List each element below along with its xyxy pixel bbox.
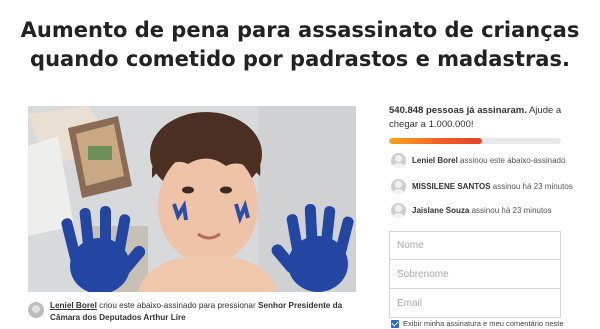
- recent-signer-text: Jaislane Souza assinou há 23 minutos: [412, 203, 552, 219]
- recent-signer-action: assinou há 23 minutos: [469, 206, 552, 215]
- recent-signer-action: assinou este abaixo-assinado: [457, 156, 566, 165]
- starter-action-text: criou este abaixo-assinado para pression…: [96, 301, 258, 310]
- petition-title: Aumento de pena para assassinato de cria…: [0, 16, 600, 74]
- signature-count-line: 540.848 pessoas já assinaram. Ajude a ch…: [389, 104, 569, 132]
- recent-signer-name: Leniel Borel: [412, 156, 458, 165]
- display-signature-checkbox[interactable]: [391, 320, 399, 328]
- user-avatar-icon: [391, 203, 406, 218]
- signature-progress-fill: [389, 138, 482, 144]
- recent-signer-2: MISSILENE SANTOS assinou há 23 minutos: [389, 179, 573, 197]
- user-avatar-icon: [391, 153, 406, 168]
- sign-form: [389, 231, 561, 318]
- petition-title-line1: Aumento de pena para assassinato de cria…: [20, 18, 580, 42]
- signature-count-suffix: pessoas já assinaram.: [423, 105, 527, 116]
- display-signature-label: Exibir minha assinatura e meu comentário…: [403, 319, 564, 328]
- email-input[interactable]: [389, 289, 561, 318]
- recent-signer-name: Jaislane Souza: [412, 206, 470, 215]
- signature-count: 540.848: [389, 105, 424, 116]
- first-name-input[interactable]: [389, 231, 561, 260]
- recent-signer-text: MISSILENE SANTOS assinou há 23 minutos: [412, 179, 573, 195]
- child-photo-illustration: [28, 106, 356, 292]
- petition-starter-note: Leniel Borel criou este abaixo-assinado …: [28, 300, 358, 324]
- petition-photo: [28, 106, 356, 292]
- recent-signer-name: MISSILENE SANTOS: [412, 182, 491, 191]
- starter-text: Leniel Borel criou este abaixo-assinado …: [50, 300, 358, 324]
- recent-signer-text: Leniel Borel assinou este abaixo-assinad…: [412, 153, 565, 169]
- last-name-input[interactable]: [389, 260, 561, 289]
- recent-signer-action: assinou há 23 minutos: [490, 182, 573, 191]
- recent-signer-3: Jaislane Souza assinou há 23 minutos: [389, 203, 569, 221]
- recent-signer-1: Leniel Borel assinou este abaixo-assinad…: [389, 153, 569, 171]
- signature-sidebar: 540.848 pessoas já assinaram. Ajude a ch…: [389, 104, 573, 328]
- user-avatar-icon: [391, 179, 406, 194]
- signature-progress-bar: [389, 138, 561, 144]
- petition-title-line2: quando cometido por padrastos e madastra…: [30, 47, 570, 71]
- starter-name-link[interactable]: Leniel Borel: [50, 301, 97, 310]
- starter-avatar: [28, 302, 44, 318]
